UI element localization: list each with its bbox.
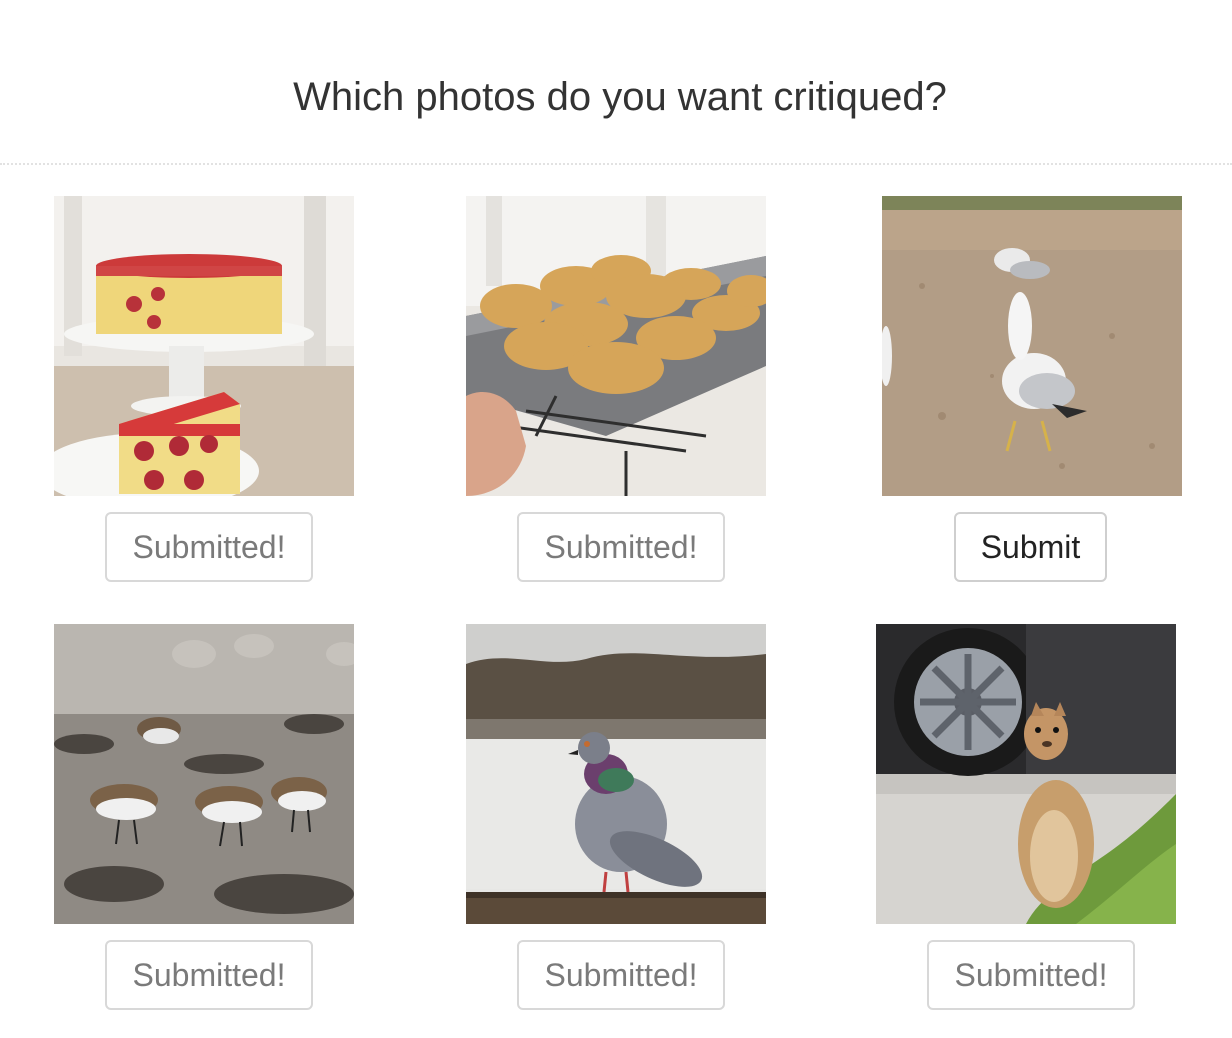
submitted-button-cupcakes[interactable]: Submitted!: [517, 512, 725, 582]
seagulls-image: [882, 196, 1182, 496]
cupcakes-photo[interactable]: [466, 196, 766, 496]
sandpipers-photo[interactable]: [54, 624, 354, 924]
seagulls-photo[interactable]: [882, 196, 1182, 496]
page-title: Which photos do you want critiqued?: [293, 75, 947, 119]
squirrel-photo[interactable]: [876, 624, 1176, 924]
pigeon-image: [466, 624, 766, 924]
sandpipers-image: [54, 624, 354, 924]
pigeon-photo[interactable]: [466, 624, 766, 924]
cake-image: [54, 196, 354, 496]
submitted-button-squirrel[interactable]: Submitted!: [927, 940, 1135, 1010]
cake-photo[interactable]: [54, 196, 354, 496]
submitted-button-sandpipers[interactable]: Submitted!: [105, 940, 313, 1010]
submit-button-seagulls[interactable]: Submit: [954, 512, 1107, 582]
cupcakes-image: [466, 196, 766, 496]
photo-critique-page: Which photos do you want critiqued? Subm…: [0, 0, 1232, 1038]
header-divider: [0, 163, 1232, 165]
squirrel-image: [876, 624, 1176, 924]
submitted-button-cake[interactable]: Submitted!: [105, 512, 313, 582]
submitted-button-pigeon[interactable]: Submitted!: [517, 940, 725, 1010]
